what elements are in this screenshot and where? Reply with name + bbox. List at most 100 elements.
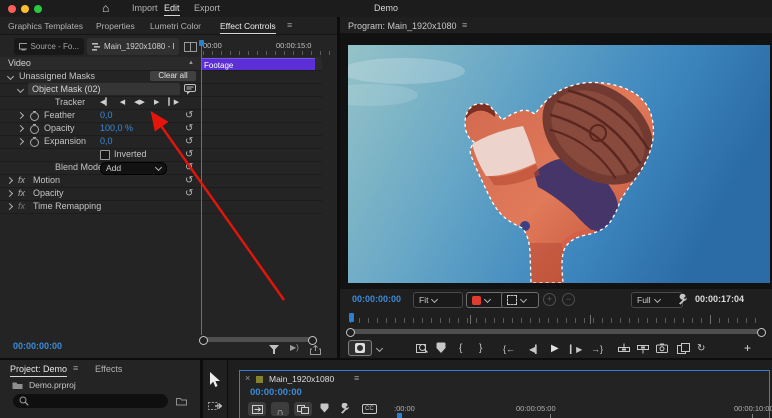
tab-graphics-templates[interactable]: Graphics Templates bbox=[8, 21, 83, 31]
chevron-right-icon[interactable] bbox=[16, 137, 25, 146]
reset-icon[interactable]: ↺ bbox=[185, 135, 193, 148]
settings-wrench-icon[interactable] bbox=[678, 294, 689, 305]
inverted-checkbox[interactable] bbox=[100, 150, 110, 160]
timeline-timecode[interactable]: 00:00:00:00 bbox=[250, 387, 302, 398]
ec-playhead-line[interactable] bbox=[201, 40, 202, 335]
unassigned-masks-label[interactable]: Unassigned Masks bbox=[19, 70, 95, 83]
object-mask-item[interactable]: Object Mask (02) bbox=[28, 83, 180, 95]
play-button[interactable]: ▶ bbox=[551, 341, 559, 357]
tab-project[interactable]: Project: Demo bbox=[10, 364, 68, 377]
tab-effect-controls[interactable]: Effect Controls bbox=[220, 21, 276, 34]
program-scrollbar-handle-right[interactable] bbox=[757, 328, 766, 337]
panel-menu-icon[interactable]: ≡ bbox=[354, 373, 359, 383]
tab-effects[interactable]: Effects bbox=[95, 364, 122, 374]
comparison-view-icon[interactable] bbox=[677, 343, 690, 354]
go-to-in-icon[interactable]: {← bbox=[503, 341, 515, 357]
captions-icon[interactable]: CC bbox=[362, 404, 377, 414]
selection-tool[interactable] bbox=[209, 372, 221, 388]
snap-button[interactable]: ∩ bbox=[271, 402, 289, 418]
chevron-right-icon[interactable] bbox=[5, 176, 14, 185]
export-frame-icon[interactable] bbox=[656, 343, 668, 353]
footage-clip[interactable]: Footage bbox=[201, 58, 315, 70]
search-input[interactable] bbox=[13, 394, 168, 408]
close-icon[interactable]: × bbox=[245, 373, 250, 383]
chevron-down-icon[interactable] bbox=[6, 72, 15, 81]
linked-selection-button[interactable] bbox=[294, 402, 312, 416]
chevron-right-icon[interactable] bbox=[5, 202, 14, 211]
ec-lane-scrollbar[interactable] bbox=[202, 337, 312, 342]
toggle-animation-stopwatch-icon[interactable] bbox=[30, 137, 39, 147]
tab-properties[interactable]: Properties bbox=[96, 21, 135, 31]
program-scrollbar-handle-left[interactable] bbox=[346, 328, 355, 337]
step-forward-icon[interactable]: ▎▶ bbox=[570, 342, 582, 358]
object-selection-tool-button[interactable] bbox=[348, 340, 372, 356]
reset-icon[interactable]: ↺ bbox=[185, 148, 193, 161]
ec-scrollbar-handle-left[interactable] bbox=[199, 336, 208, 345]
zoom-in-icon[interactable]: + bbox=[543, 293, 556, 306]
chevron-right-icon[interactable] bbox=[16, 111, 25, 120]
mark-in-icon[interactable]: { bbox=[459, 341, 462, 357]
expansion-value[interactable]: 0,0 bbox=[100, 135, 113, 148]
timeline-settings-wrench-icon[interactable] bbox=[340, 403, 351, 414]
panel-menu-icon[interactable]: ≡ bbox=[73, 363, 78, 373]
extract-icon[interactable] bbox=[637, 343, 649, 354]
add-marker-icon[interactable] bbox=[436, 342, 446, 354]
chevron-right-icon[interactable] bbox=[5, 189, 14, 198]
program-video-frame[interactable] bbox=[348, 45, 770, 283]
panel-menu-icon[interactable]: ≡ bbox=[287, 20, 292, 30]
find-clip-icon[interactable] bbox=[416, 342, 428, 354]
timeline-playhead[interactable] bbox=[397, 413, 402, 418]
reset-icon[interactable]: ↺ bbox=[185, 109, 193, 122]
ec-timecode[interactable]: 00:00:00:00 bbox=[13, 341, 62, 351]
add-marker-icon[interactable] bbox=[320, 403, 329, 414]
ec-playhead-marker[interactable] bbox=[199, 40, 204, 46]
project-breadcrumb[interactable]: Demo.prproj bbox=[29, 380, 76, 390]
source-tab[interactable]: Source - Fo... bbox=[14, 38, 84, 55]
zoom-out-icon[interactable]: − bbox=[562, 293, 575, 306]
chevron-right-icon[interactable] bbox=[16, 124, 25, 133]
reset-icon[interactable]: ↺ bbox=[185, 187, 193, 200]
track-forward-button[interactable]: ▶ bbox=[154, 96, 159, 109]
reset-icon[interactable]: ↺ bbox=[185, 174, 193, 187]
filter-properties-icon[interactable] bbox=[269, 345, 280, 355]
zoom-level-dropdown[interactable]: Fit bbox=[413, 292, 463, 308]
ec-ruler-ticks[interactable] bbox=[203, 51, 333, 55]
program-scrollbar[interactable] bbox=[350, 329, 760, 334]
track-select-forward-tool[interactable] bbox=[208, 400, 222, 412]
sequence-tab[interactable]: Main_1920x1080 - F... bbox=[87, 38, 179, 55]
export-panel-icon[interactable] bbox=[310, 345, 321, 355]
nest-sequences-button[interactable] bbox=[248, 402, 266, 416]
tab-lumetri-color[interactable]: Lumetri Color bbox=[150, 21, 201, 31]
program-ruler[interactable] bbox=[350, 318, 762, 323]
step-back-icon[interactable]: ◀▎ bbox=[529, 342, 541, 358]
split-view-icon[interactable] bbox=[184, 42, 197, 52]
fx-time-remapping-label[interactable]: Time Remapping bbox=[33, 200, 101, 213]
track-both-directions-button[interactable]: ◀▶ bbox=[134, 96, 145, 109]
loop-playback-icon[interactable]: ↻ bbox=[697, 341, 705, 357]
reset-icon[interactable]: ↺ bbox=[185, 161, 193, 174]
collapse-lane-icon[interactable]: ▲ bbox=[188, 57, 194, 70]
opacity-value[interactable]: 100,0 % bbox=[100, 122, 133, 135]
track-one-frame-forward-button[interactable]: ▎▶ bbox=[168, 96, 179, 109]
playback-resolution-dropdown[interactable]: Full bbox=[631, 292, 683, 308]
clear-all-button[interactable]: Clear all bbox=[150, 71, 196, 81]
play-audio-icon[interactable]: ▶) bbox=[290, 343, 299, 352]
mark-out-icon[interactable]: } bbox=[479, 341, 482, 357]
feather-value[interactable]: 0,0 bbox=[100, 109, 113, 122]
fx-motion-label[interactable]: Motion bbox=[33, 174, 60, 187]
fx-opacity-label[interactable]: Opacity bbox=[33, 187, 64, 200]
mask-feedback-icon[interactable] bbox=[184, 84, 196, 95]
go-to-out-icon[interactable]: →} bbox=[591, 341, 603, 357]
lift-icon[interactable] bbox=[618, 343, 630, 354]
timeline-tab-label[interactable]: Main_1920x1080 bbox=[269, 374, 334, 384]
track-backward-button[interactable]: ◀ bbox=[120, 96, 125, 109]
ec-scrollbar-handle-right[interactable] bbox=[308, 336, 317, 345]
new-bin-icon[interactable] bbox=[176, 397, 187, 406]
button-editor-icon[interactable]: + bbox=[744, 340, 751, 356]
toggle-animation-stopwatch-icon[interactable] bbox=[30, 111, 39, 121]
selection-mode-dropdown[interactable] bbox=[501, 292, 539, 308]
mask-overlay-color-dropdown[interactable] bbox=[466, 292, 504, 308]
reset-icon[interactable]: ↺ bbox=[185, 122, 193, 135]
track-one-frame-back-button[interactable]: ◀▎ bbox=[100, 96, 111, 109]
program-timecode[interactable]: 00:00:00:00 bbox=[352, 294, 401, 304]
